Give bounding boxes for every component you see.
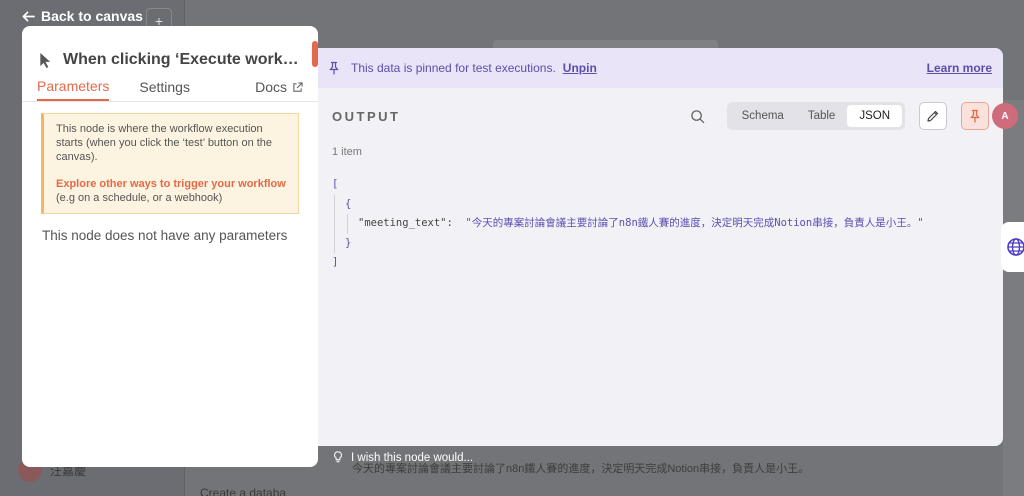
- notice-suffix: (e.g on a schedule, or a webhook): [56, 192, 223, 204]
- node-header: When clicking ‘Execute workflo...: [22, 26, 318, 78]
- background-right-panel: [1003, 100, 1024, 496]
- back-label: Back to canvas: [41, 8, 143, 24]
- node-connection-marker: [312, 41, 318, 67]
- feedback-prompt[interactable]: I wish this node would...: [333, 451, 473, 464]
- search-button[interactable]: [687, 105, 709, 127]
- view-schema[interactable]: Schema: [730, 105, 796, 127]
- globe-extension-tab[interactable]: [1001, 222, 1024, 272]
- unpin-data-button[interactable]: [961, 102, 989, 130]
- item-count: 1 item: [332, 146, 362, 158]
- json-viewer[interactable]: [ { "meeting_text": "今天的專案討論會議主要討論了n8n鐵人…: [317, 171, 1003, 273]
- json-close-bracket: ]: [332, 256, 339, 268]
- node-title[interactable]: When clicking ‘Execute workflo...: [63, 51, 302, 69]
- notice-explore: Explore other ways to trigger your workf…: [56, 177, 288, 205]
- view-mode-switch: Schema Table JSON: [726, 102, 905, 130]
- tab-docs[interactable]: Docs: [255, 79, 303, 101]
- pin-message: This data is pinned for test executions.: [351, 61, 556, 75]
- pin-icon: [970, 109, 980, 123]
- arrow-left-icon: [22, 10, 35, 22]
- notice-text: This node is where the workflow executio…: [56, 123, 273, 163]
- cursor-icon: [40, 52, 51, 68]
- pin-icon: [329, 61, 339, 75]
- translate-extension-icon[interactable]: A: [992, 103, 1018, 129]
- external-link-icon: [293, 81, 303, 92]
- trigger-notice: This node is where the workflow executio…: [41, 113, 299, 214]
- node-parameters-panel: When clicking ‘Execute workflo... Parame…: [22, 26, 318, 467]
- json-open-brace: {: [345, 197, 352, 210]
- learn-more-link[interactable]: Learn more: [927, 61, 992, 75]
- unpin-link[interactable]: Unpin: [563, 61, 597, 75]
- json-close-brace: }: [345, 236, 352, 249]
- lightbulb-icon: [334, 451, 342, 463]
- globe-icon: [1007, 238, 1024, 256]
- pinned-data-banner: This data is pinned for test executions.…: [317, 48, 1003, 88]
- search-icon: [691, 109, 705, 123]
- view-table[interactable]: Table: [796, 105, 848, 127]
- node-tabs: Parameters Settings Docs: [22, 78, 318, 102]
- output-panel: This data is pinned for test executions.…: [317, 48, 1003, 446]
- no-parameters-text: This node does not have any parameters: [42, 228, 288, 243]
- back-to-canvas-button[interactable]: Back to canvas: [22, 8, 143, 24]
- feedback-label: I wish this node would...: [351, 451, 474, 464]
- create-label: Create a databa: [200, 486, 287, 496]
- output-header: OUTPUT Schema Table JSON: [317, 88, 1003, 144]
- json-value: "今天的專案討論會議主要討論了n8n鐵人賽的進度，決定明天完成Notion串接，…: [465, 217, 924, 229]
- pencil-icon: [927, 110, 939, 122]
- view-json[interactable]: JSON: [847, 105, 902, 127]
- json-open-bracket: [: [332, 178, 339, 190]
- output-title: OUTPUT: [332, 108, 401, 124]
- background-create-item: Create a databa: [200, 486, 286, 496]
- tab-settings[interactable]: Settings: [139, 79, 190, 101]
- tab-parameters[interactable]: Parameters: [37, 78, 110, 101]
- explore-triggers-link[interactable]: Explore other ways to trigger your workf…: [56, 178, 286, 190]
- edit-output-button[interactable]: [919, 102, 947, 130]
- json-entry: "meeting_text": "今天的專案討論會議主要討論了n8n鐵人賽的進度…: [347, 214, 1003, 234]
- docs-label: Docs: [255, 79, 287, 95]
- json-array-body: { "meeting_text": "今天的專案討論會議主要討論了n8n鐵人賽的…: [334, 194, 1003, 253]
- output-toolbar: Schema Table JSON: [687, 102, 989, 130]
- json-key: "meeting_text":: [358, 217, 453, 229]
